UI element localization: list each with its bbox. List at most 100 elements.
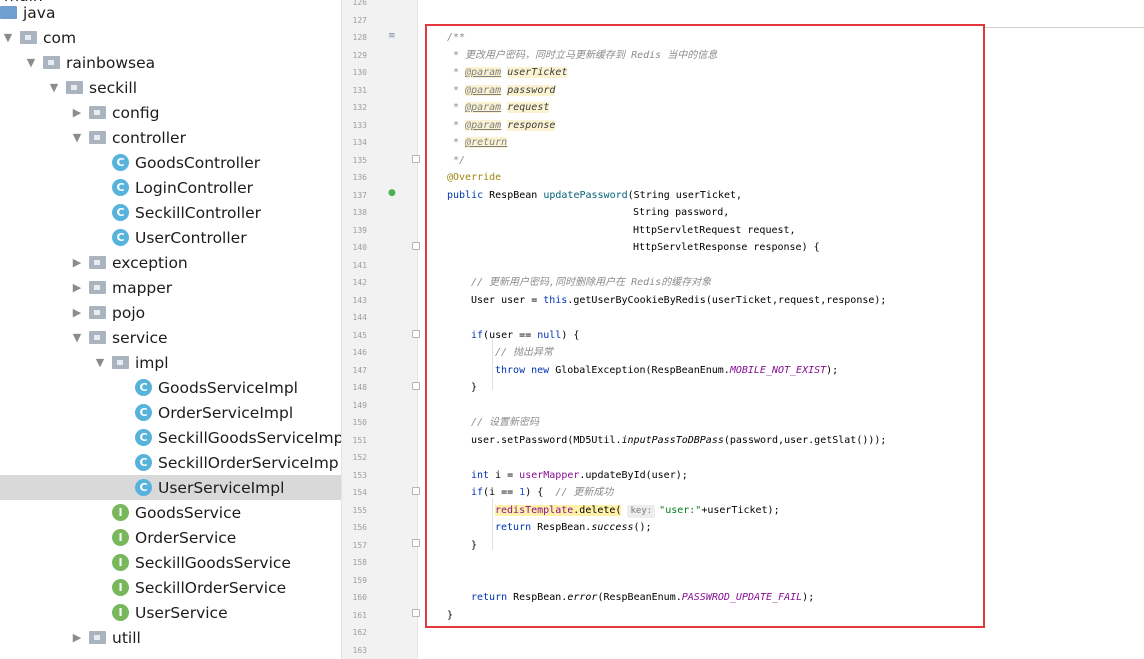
code-token: if (471, 329, 484, 341)
code-line[interactable]: user.setPassword(MD5Util.inputPassToDBPa… (471, 432, 886, 449)
code-area[interactable]: /** * 更改用户密码，同时立马更新缓存到 Redis 当中的信息 * @pa… (447, 0, 1137, 659)
code-line[interactable]: // 设置新密码 (471, 414, 539, 431)
tree-item-seckillorderserviceimp[interactable]: C SeckillOrderServiceImp (0, 450, 341, 475)
fold-toggle-icon[interactable] (412, 487, 420, 495)
tree-item-com[interactable]: ▼ com (0, 25, 341, 50)
tree-item-seckillgoodsserviceimp[interactable]: C SeckillGoodsServiceImp (0, 425, 342, 450)
code-line[interactable]: redisTemplate.delete( key: "user:"+userTi… (495, 502, 780, 519)
tree-item-userservice[interactable]: I UserService (0, 600, 341, 625)
tree-item-logincontroller[interactable]: C LoginController (0, 175, 341, 200)
code-line[interactable]: } (471, 537, 477, 554)
expand-arrow-down-icon[interactable]: ▼ (48, 81, 60, 94)
tree-item-java[interactable]: java (0, 0, 341, 25)
expand-arrow-right-icon[interactable]: ▶ (71, 306, 83, 319)
expand-arrow-down-icon[interactable]: ▼ (71, 331, 83, 344)
line-number: 140 (352, 243, 367, 252)
tree-item-seckill[interactable]: ▼ seckill (0, 75, 341, 100)
code-line[interactable]: return RespBean.success(); (495, 519, 652, 536)
tree-item-seckillorderservice[interactable]: I SeckillOrderService (0, 575, 341, 600)
fold-toggle-icon[interactable] (412, 242, 420, 250)
package-folder-icon (89, 331, 106, 344)
tree-item-label: controller (112, 128, 186, 147)
fold-toggle-icon[interactable] (412, 155, 420, 163)
code-line[interactable]: * @return (447, 134, 508, 151)
code-token: .updateById(user); (579, 469, 688, 481)
code-line[interactable]: } (447, 607, 453, 624)
code-line[interactable]: int i = userMapper.updateById(user); (471, 467, 688, 484)
code-line[interactable]: User user = this.getUserByCookieByRedis(… (471, 292, 886, 309)
code-line[interactable]: String password, (633, 204, 729, 221)
code-token: MOBILE_NOT_EXIST (729, 364, 827, 376)
tree-item-rainbowsea[interactable]: ▼ rainbowsea (0, 50, 341, 75)
code-line[interactable]: return RespBean.error(RespBeanEnum.PASSW… (471, 589, 814, 606)
tree-item-label: java (23, 3, 56, 22)
expand-arrow-right-icon[interactable]: ▶ (71, 106, 83, 119)
line-number: 135 (352, 155, 367, 165)
line-number: 148 (352, 383, 367, 392)
code-line[interactable]: // 更新用户密码,同时删除用户在 Redis的缓存对象 (471, 274, 711, 291)
tree-item-label: SeckillOrderService (135, 578, 287, 597)
code-token: RespBean. (507, 592, 568, 603)
tree-item-service[interactable]: ▼ service (0, 325, 341, 350)
code-line[interactable]: if(user == null) { (471, 327, 579, 344)
tree-item-seckillgoodsservice[interactable]: I SeckillGoodsService (0, 550, 341, 575)
code-line[interactable]: throw new GlobalException(RespBeanEnum.M… (495, 362, 838, 379)
tree-item-label: SeckillGoodsServiceImp (158, 428, 342, 447)
code-line[interactable]: * @param response (447, 117, 556, 134)
code-line[interactable]: /** (447, 29, 465, 46)
expand-arrow-right-icon[interactable]: ▶ (71, 281, 83, 294)
expand-arrow-right-icon[interactable]: ▶ (71, 631, 83, 644)
project-tree[interactable]: main java▼com▼rainbowsea▼seckill▶config▼… (0, 0, 342, 659)
expand-arrow-down-icon[interactable]: ▼ (2, 31, 14, 44)
tree-item-goodscontroller[interactable]: C GoodsController (0, 150, 341, 175)
expand-arrow-down-icon[interactable]: ▼ (71, 131, 83, 144)
code-line[interactable]: HttpServletResponse response) { (633, 239, 820, 256)
code-token: ); (802, 592, 815, 603)
line-number: 131 (352, 85, 367, 95)
code-line[interactable]: } (471, 379, 477, 396)
code-line[interactable]: public RespBean updatePassword(String us… (447, 187, 742, 204)
code-line[interactable]: @Override (447, 169, 501, 186)
code-token: // 更新用户密码,同时删除用户在 Redis的缓存对象 (471, 277, 712, 288)
code-token: } (471, 382, 478, 393)
code-line[interactable]: */ (447, 152, 465, 169)
code-token: updatePassword (543, 189, 628, 201)
tree-item-mapper[interactable]: ▶ mapper (0, 275, 341, 300)
tree-item-orderservice[interactable]: I OrderService (0, 525, 341, 550)
code-line[interactable]: HttpServletRequest request, (633, 222, 796, 239)
code-token: (); (633, 522, 652, 533)
fold-toggle-icon[interactable] (412, 539, 420, 547)
fold-toggle-icon[interactable] (412, 382, 420, 390)
fold-toggle-icon[interactable] (412, 330, 420, 338)
tree-item-seckillcontroller[interactable]: C SeckillController (0, 200, 341, 225)
code-line[interactable]: * @param request (447, 99, 550, 116)
tree-item-label: pojo (112, 303, 146, 322)
code-line[interactable]: * @param userTicket (447, 64, 568, 81)
tree-item-goodsservice[interactable]: I GoodsService (0, 500, 341, 525)
tree-item-utill[interactable]: ▶ utill (0, 625, 341, 650)
tree-item-label: service (112, 328, 168, 347)
code-token: * (447, 119, 466, 131)
code-token: userTicket (507, 67, 568, 78)
code-line[interactable]: * 更改用户密码，同时立马更新缓存到 Redis 当中的信息 (447, 47, 717, 64)
tree-item-controller[interactable]: ▼ controller (0, 125, 341, 150)
override-gutter-icon[interactable]: ● (388, 188, 398, 198)
tree-item-exception[interactable]: ▶ exception (0, 250, 341, 275)
tree-item-orderserviceimpl[interactable]: C OrderServiceImpl (0, 400, 341, 425)
code-line[interactable]: // 抛出异常 (495, 344, 553, 361)
code-editor[interactable]: 126 127 128 129 130 131 132 133 134 135 136 137 138 1… (342, 0, 1144, 659)
expand-arrow-down-icon[interactable]: ▼ (25, 56, 37, 69)
code-line[interactable]: * @param password (447, 82, 556, 99)
tree-item-usercontroller[interactable]: C UserController (0, 225, 341, 250)
tree-item-impl[interactable]: ▼ impl (0, 350, 341, 375)
tree-item-userserviceimpl[interactable]: C UserServiceImpl (0, 475, 341, 500)
tree-item-config[interactable]: ▶ config (0, 100, 341, 125)
expand-arrow-down-icon[interactable]: ▼ (94, 356, 106, 369)
tree-item-pojo[interactable]: ▶ pojo (0, 300, 341, 325)
expand-arrow-right-icon[interactable]: ▶ (71, 256, 83, 269)
java-class-icon: C (135, 454, 152, 471)
fold-toggle-icon[interactable] (412, 609, 420, 617)
doc-comment-icon[interactable]: ≡ (388, 31, 398, 41)
tree-item-goodsserviceimpl[interactable]: C GoodsServiceImpl (0, 375, 341, 400)
code-token: (String userTicket, (627, 189, 743, 201)
